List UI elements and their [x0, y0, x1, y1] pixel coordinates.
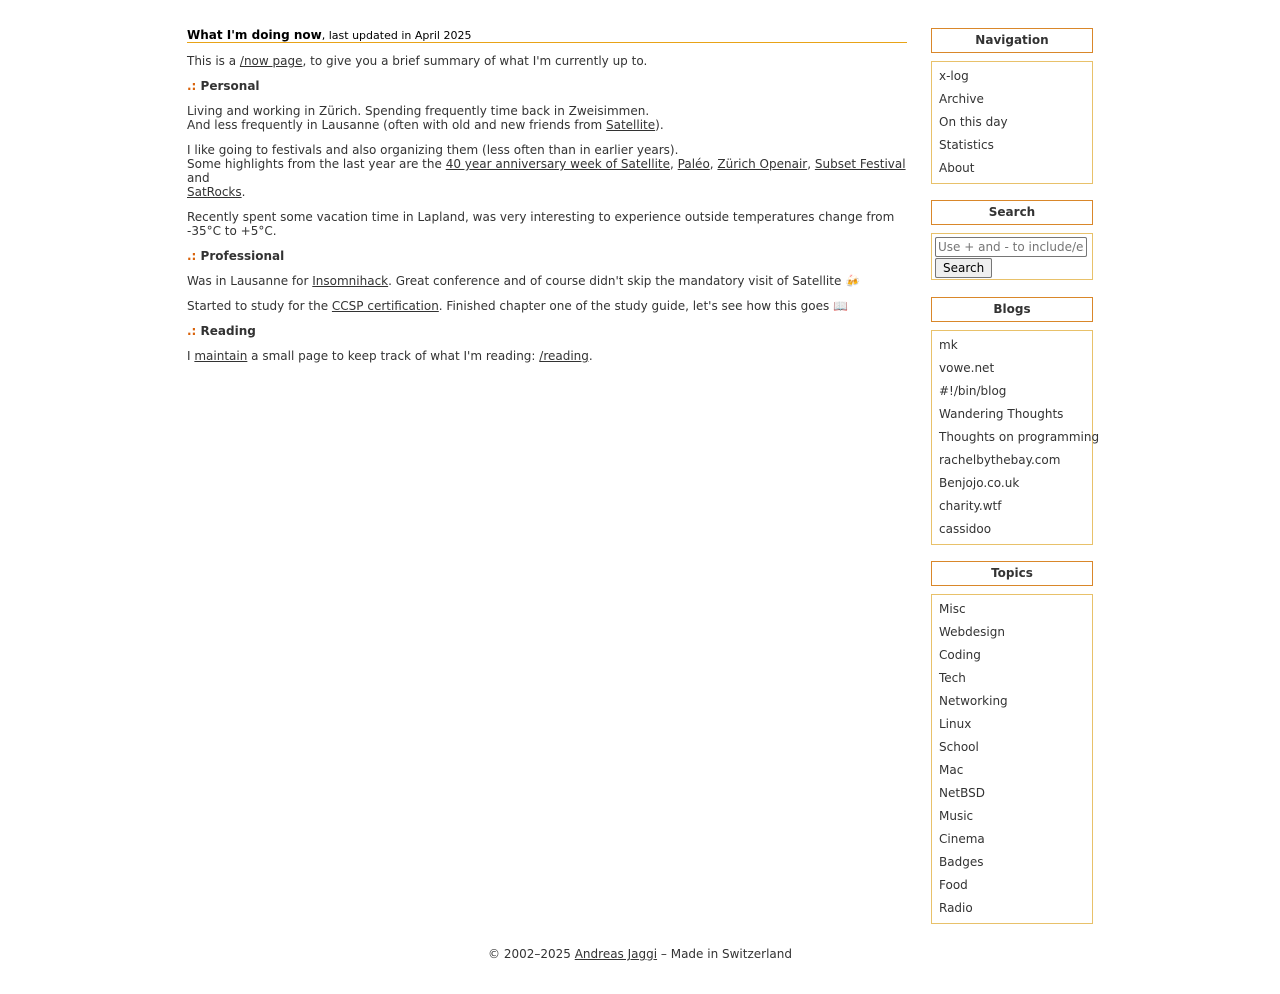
topic-item-badges[interactable]: Badges	[939, 853, 1085, 876]
blog-item-benjojo[interactable]: Benjojo.co.uk	[939, 474, 1085, 497]
topic-item-school[interactable]: School	[939, 738, 1085, 761]
personal-paragraph-1: Living and working in Zürich. Spending f…	[187, 104, 664, 132]
section-marker: .:	[187, 79, 197, 93]
section-heading-reading: .: Reading	[187, 324, 256, 338]
topic-item-misc[interactable]: Misc	[939, 600, 1085, 623]
blog-item-mk[interactable]: mk	[939, 336, 1085, 359]
blog-item-cassidoo[interactable]: cassidoo	[939, 520, 1085, 543]
topic-item-food[interactable]: Food	[939, 876, 1085, 899]
section-marker: .:	[187, 324, 197, 338]
topic-item-netbsd[interactable]: NetBSD	[939, 784, 1085, 807]
blog-item-thoughts-on-programming[interactable]: Thoughts on programming	[939, 428, 1099, 451]
blog-item-vowe[interactable]: vowe.net	[939, 359, 1085, 382]
blog-item-bin-blog[interactable]: #!/bin/blog	[939, 382, 1085, 405]
satellite-link[interactable]: Satellite	[606, 118, 655, 132]
section-marker: .:	[187, 249, 197, 263]
search-input[interactable]	[935, 237, 1087, 257]
nav-item-archive[interactable]: Archive	[939, 90, 1085, 113]
now-page-link[interactable]: /now page	[240, 54, 303, 68]
satellite-anniversary-link[interactable]: 40 year anniversary week of Satellite	[446, 157, 670, 171]
intro-paragraph: This is a /now page, to give you a brief…	[187, 54, 648, 68]
blogs-title: Blogs	[931, 297, 1093, 322]
navigation-title: Navigation	[931, 28, 1093, 53]
topics-title: Topics	[931, 561, 1093, 586]
zurich-openair-link[interactable]: Zürich Openair	[717, 157, 807, 171]
blog-item-charity[interactable]: charity.wtf	[939, 497, 1085, 520]
professional-paragraph-2: Started to study for the CCSP certificat…	[187, 299, 848, 313]
search-title: Search	[931, 200, 1093, 225]
topic-item-coding[interactable]: Coding	[939, 646, 1085, 669]
nav-item-x-log[interactable]: x-log	[939, 67, 1085, 90]
maintain-link[interactable]: maintain	[194, 349, 247, 363]
navigation-list: x-log Archive On this day Statistics Abo…	[931, 61, 1093, 184]
search-form: Search	[931, 233, 1093, 280]
personal-paragraph-2: I like going to festivals and also organ…	[187, 143, 906, 199]
topic-item-tech[interactable]: Tech	[939, 669, 1085, 692]
blog-item-rachelbythebay[interactable]: rachelbythebay.com	[939, 451, 1085, 474]
insomnihack-link[interactable]: Insomnihack	[312, 274, 388, 288]
reading-paragraph: I maintain a small page to keep track of…	[187, 349, 593, 363]
topic-item-radio[interactable]: Radio	[939, 899, 1085, 922]
section-heading-professional: .: Professional	[187, 249, 285, 263]
nav-item-about[interactable]: About	[939, 159, 1085, 182]
satrocks-link[interactable]: SatRocks	[187, 185, 242, 199]
reading-page-link[interactable]: /reading	[539, 349, 589, 363]
footer: © 2002–2025 Andreas Jaggi – Made in Swit…	[488, 947, 792, 961]
topic-item-cinema[interactable]: Cinema	[939, 830, 1085, 853]
main-content: What I'm doing now, last updated in Apri…	[187, 28, 907, 363]
subset-festival-link[interactable]: Subset Festival	[815, 157, 906, 171]
page-heading: What I'm doing now, last updated in Apri…	[187, 28, 907, 43]
topic-item-linux[interactable]: Linux	[939, 715, 1085, 738]
professional-paragraph-1: Was in Lausanne for Insomnihack. Great c…	[187, 274, 861, 288]
topics-list: Misc Webdesign Coding Tech Networking Li…	[931, 594, 1093, 924]
nav-item-statistics[interactable]: Statistics	[939, 136, 1085, 159]
sidebar: Navigation x-log Archive On this day Sta…	[931, 28, 1099, 924]
author-link[interactable]: Andreas Jaggi	[575, 947, 657, 961]
section-heading-personal: .: Personal	[187, 79, 260, 93]
last-updated: , last updated in April 2025	[321, 29, 472, 42]
blog-item-wandering-thoughts[interactable]: Wandering Thoughts	[939, 405, 1085, 428]
topic-item-webdesign[interactable]: Webdesign	[939, 623, 1085, 646]
topic-item-mac[interactable]: Mac	[939, 761, 1085, 784]
nav-item-on-this-day[interactable]: On this day	[939, 113, 1085, 136]
blogs-list: mk vowe.net #!/bin/blog Wandering Though…	[931, 330, 1099, 545]
topic-item-music[interactable]: Music	[939, 807, 1085, 830]
search-button[interactable]: Search	[935, 258, 993, 278]
topic-item-networking[interactable]: Networking	[939, 692, 1085, 715]
page-title: What I'm doing now	[187, 28, 322, 42]
personal-paragraph-3: Recently spent some vacation time in Lap…	[187, 210, 895, 238]
ccsp-certification-link[interactable]: CCSP certification	[332, 299, 439, 313]
paleo-link[interactable]: Paléo	[678, 157, 710, 171]
